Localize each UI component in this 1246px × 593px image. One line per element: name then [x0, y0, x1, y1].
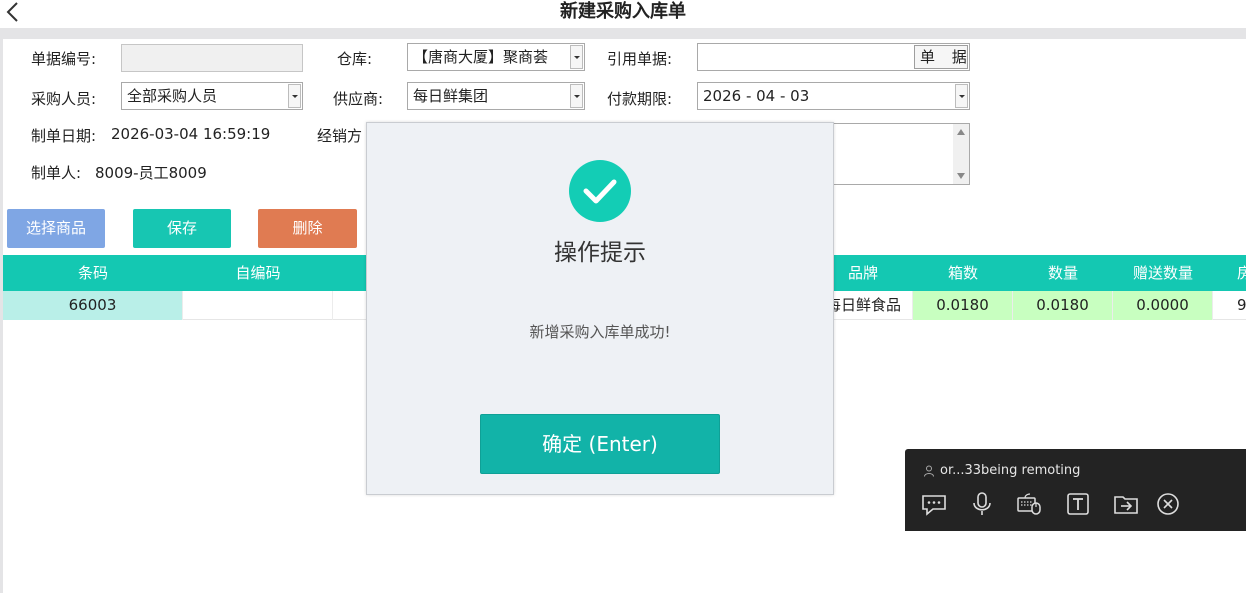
doc-no-label: 单据编号:	[31, 50, 97, 68]
scroll-down-icon[interactable]	[957, 173, 965, 179]
page-title: 新建采购入库单	[560, 1, 686, 22]
keyboard-mouse-icon[interactable]	[1016, 491, 1042, 517]
buyer-label: 采购人员:	[31, 90, 97, 108]
confirm-button[interactable]: 确定 (Enter)	[480, 414, 720, 474]
warehouse-dropdown-icon[interactable]	[570, 45, 583, 69]
cell-barcode[interactable]: 66003	[3, 291, 183, 320]
cell-gift-qty[interactable]: 0.0000	[1113, 291, 1213, 320]
created-date-label: 制单日期:	[31, 127, 97, 145]
microphone-icon[interactable]	[969, 491, 995, 517]
reference-lookup-button[interactable]: 单 据	[914, 45, 968, 69]
warehouse-label: 仓库:	[337, 50, 373, 68]
warehouse-value: 【唐商大厦】聚商荟	[413, 48, 549, 66]
col-gift-qty[interactable]: 赠送数量	[1113, 255, 1213, 291]
supplier-value: 每日鲜集团	[413, 87, 489, 105]
cell-boxes[interactable]: 0.0180	[913, 291, 1013, 320]
creator-value: 8009-员工8009	[95, 164, 207, 182]
cell-self-code[interactable]	[183, 291, 333, 320]
payment-term-date-picker[interactable]: 2026 - 04 - 03	[697, 82, 970, 110]
cell-extra[interactable]: 9	[1213, 291, 1246, 320]
col-barcode[interactable]: 条码	[3, 255, 183, 291]
supplier-select[interactable]: 每日鲜集团	[407, 82, 585, 110]
header-divider	[0, 28, 1246, 39]
payment-term-label: 付款期限:	[607, 90, 673, 108]
warehouse-select[interactable]: 【唐商大厦】聚商荟	[407, 43, 585, 71]
reference-field[interactable]: 单 据	[697, 43, 970, 71]
buyer-select[interactable]: 全部采购人员	[121, 82, 303, 110]
buyer-dropdown-icon[interactable]	[288, 84, 301, 108]
remark-scrollbar[interactable]	[953, 124, 969, 184]
creator-label: 制单人:	[31, 164, 82, 182]
scroll-up-icon[interactable]	[957, 129, 965, 135]
chat-icon[interactable]	[921, 491, 947, 517]
remoting-status: or...33being remoting	[940, 463, 1081, 478]
payment-term-dropdown-icon[interactable]	[955, 84, 968, 108]
close-circle-icon[interactable]	[1155, 491, 1181, 517]
select-goods-button[interactable]: 选择商品	[7, 209, 105, 248]
buyer-value: 全部采购人员	[127, 87, 218, 105]
dialog-message: 新增采购入库单成功!	[529, 323, 671, 341]
col-qty[interactable]: 数量	[1013, 255, 1113, 291]
col-extra[interactable]: 房	[1213, 255, 1246, 291]
doc-no-field	[121, 44, 303, 72]
delete-button[interactable]: 删除	[258, 209, 357, 248]
operation-prompt-dialog: 操作提示 新增采购入库单成功! 确定 (Enter)	[366, 122, 834, 495]
supplier-label: 供应商:	[333, 90, 384, 108]
reference-label: 引用单据:	[607, 50, 673, 68]
purchase-receipt-page: 新建采购入库单 单据编号: 仓库: 【唐商大厦】聚商荟 引用单据: 单 据 采购…	[0, 0, 1246, 593]
user-icon	[924, 465, 934, 477]
title-bar: 新建采购入库单	[0, 0, 1246, 28]
folder-transfer-icon[interactable]	[1113, 491, 1139, 517]
col-boxes[interactable]: 箱数	[913, 255, 1013, 291]
remark-textarea[interactable]	[830, 123, 970, 185]
supplier-dropdown-icon[interactable]	[570, 84, 583, 108]
created-date-value: 2026-03-04 16:59:19	[111, 125, 271, 143]
dealer-label: 经销方	[317, 127, 363, 145]
dialog-title: 操作提示	[554, 240, 646, 266]
payment-term-value: 2026 - 04 - 03	[703, 87, 810, 105]
cell-qty[interactable]: 0.0180	[1013, 291, 1113, 320]
col-self-code[interactable]: 自编码	[183, 255, 333, 291]
save-button[interactable]: 保存	[133, 209, 231, 248]
text-icon[interactable]	[1065, 491, 1091, 517]
remoting-toolbar: or...33being remoting	[905, 449, 1246, 531]
check-circle-icon	[569, 160, 631, 222]
